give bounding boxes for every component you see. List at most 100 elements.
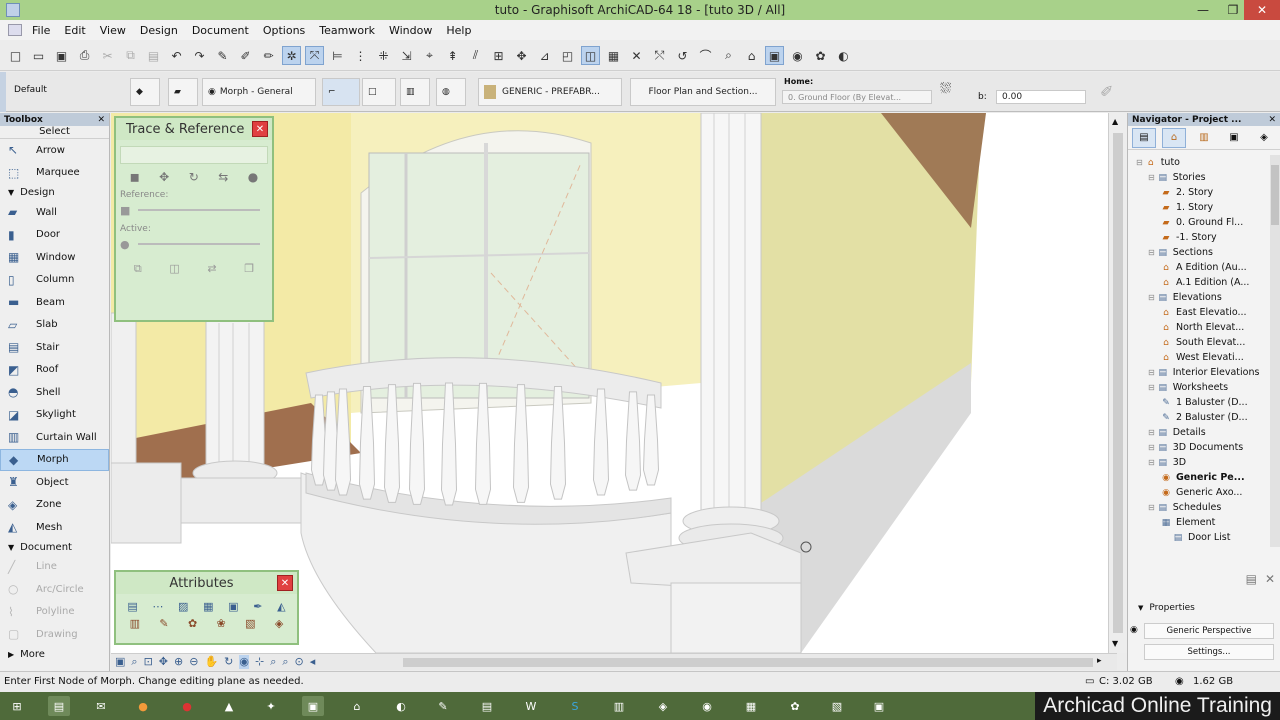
horizontal-scroll-thumb[interactable]	[403, 658, 1093, 667]
menu-document[interactable]: Document	[192, 24, 249, 37]
app-icon[interactable]: ✿	[784, 696, 806, 716]
sphere-mode-icon[interactable]: ◍	[436, 78, 466, 106]
geometry-icon[interactable]: ▰	[168, 78, 198, 106]
tree-item[interactable]: ⊟ ▤ Stories	[1148, 170, 1206, 185]
tree-item[interactable]: ⊟ ▤ Elevations	[1148, 290, 1222, 305]
navigator-scroll-thumb[interactable]	[1271, 165, 1279, 225]
offset-input[interactable]: 0.00	[996, 90, 1086, 104]
redo-icon[interactable]: ↷	[190, 46, 209, 65]
layout-icon[interactable]: ▣	[765, 46, 784, 65]
view-map-icon[interactable]: ⌂	[1162, 127, 1186, 148]
align-icon[interactable]: ⊨	[328, 46, 347, 65]
tool-morph[interactable]: ◆ Morph	[0, 448, 109, 471]
magic-wand-icon[interactable]: ✲	[282, 46, 301, 65]
tool-arrow[interactable]: ↖ Arrow	[0, 139, 109, 162]
mep-icon[interactable]: ✿	[188, 617, 197, 630]
print-icon[interactable]: ⎙	[75, 46, 94, 65]
tree-item[interactable]: ⌂ East Elevatio...	[1160, 305, 1246, 320]
close-icon[interactable]: ✕	[97, 115, 105, 125]
archicad-taskbar-icon[interactable]: ▣	[302, 696, 324, 716]
rotate-reference-icon[interactable]: ↻	[189, 170, 199, 184]
swap-icon[interactable]: ⇄	[207, 262, 216, 276]
app-icon[interactable]: ✎	[432, 696, 454, 716]
tool-arc-circle[interactable]: ○ Arc/Circle	[0, 578, 109, 601]
tool-wall[interactable]: ▰ Wall	[0, 201, 109, 224]
overlay-icon[interactable]: ◫	[169, 262, 179, 276]
move-reference-icon[interactable]: ✥	[159, 170, 169, 184]
solid-icon[interactable]: ◰	[558, 46, 577, 65]
trace-toggle-icon[interactable]: ◼	[130, 170, 140, 184]
cut-icon[interactable]: ✂	[98, 46, 117, 65]
zoom-menu-icon[interactable]: ⊙	[295, 655, 304, 669]
tree-item[interactable]: ▰ 1. Story	[1160, 200, 1214, 215]
show-original-icon[interactable]: ●	[248, 170, 258, 184]
close-icon[interactable]: ✕	[252, 121, 268, 137]
tool-stair[interactable]: ▤ Stair	[0, 336, 109, 359]
trace-source-select[interactable]	[120, 146, 268, 164]
project-map-icon[interactable]: ▤	[1132, 127, 1156, 148]
polygon-mode-icon[interactable]: ⌐	[322, 78, 360, 106]
attribute-manager-icon[interactable]: ▧	[245, 617, 255, 630]
scroll-right-icon[interactable]: ▸	[1097, 656, 1102, 666]
zone-categories-icon[interactable]: ▥	[130, 617, 140, 630]
minimize-button[interactable]: —	[1188, 0, 1218, 20]
fit-in-window-icon[interactable]: ⊡	[144, 655, 153, 669]
undo-icon[interactable]: ↶	[167, 46, 186, 65]
snap-icon[interactable]: ⤧	[305, 46, 324, 65]
tree-item[interactable]: ▤ Door List	[1172, 530, 1231, 545]
app-icon[interactable]: ⌂	[346, 696, 368, 716]
rectangle-mode-icon[interactable]: □	[362, 78, 396, 106]
floor-plan-button[interactable]: Floor Plan and Section...	[630, 78, 776, 106]
tool-zone[interactable]: ◈ Zone	[0, 494, 109, 517]
mirror-reference-icon[interactable]: ⇆	[218, 170, 228, 184]
tree-item[interactable]: ▰ 2. Story	[1160, 185, 1214, 200]
collapse-icon[interactable]: ⊟	[1148, 443, 1155, 452]
delete-icon[interactable]: ✕	[1265, 572, 1275, 586]
collapse-icon[interactable]: ⊟	[1148, 458, 1155, 467]
vertical-scroll-thumb[interactable]	[1113, 133, 1123, 633]
tool-column[interactable]: ▯ Column	[0, 269, 109, 292]
tree-item[interactable]: ◉ Generic Pe...	[1160, 470, 1245, 485]
skype-icon[interactable]: S	[564, 696, 586, 716]
close-icon[interactable]: ✕	[1268, 115, 1276, 125]
tree-item[interactable]: ⌂ North Elevat...	[1160, 320, 1244, 335]
grid-icon[interactable]: ⁜	[374, 46, 393, 65]
word-icon[interactable]: W	[520, 696, 542, 716]
bimx-icon[interactable]: ◐	[834, 46, 853, 65]
tree-item[interactable]: ⌂ South Elevat...	[1160, 335, 1245, 350]
markup-icon[interactable]: ✎	[159, 617, 168, 630]
tree-item[interactable]: ▦ Element	[1160, 515, 1216, 530]
render-icon[interactable]: ⌂	[742, 46, 761, 65]
app-icon[interactable]: ▣	[868, 696, 890, 716]
scroll-left-icon[interactable]: ◂	[310, 655, 316, 669]
tool-mesh[interactable]: ◭ Mesh	[0, 516, 109, 539]
material-selector[interactable]: GENERIC - PREFABR...	[478, 78, 622, 106]
morph-tool-icon[interactable]: ◆	[130, 78, 160, 106]
new-icon[interactable]: □	[6, 46, 25, 65]
duplicate-icon[interactable]: ❐	[244, 262, 254, 276]
walk-icon[interactable]: ⌒	[696, 46, 715, 65]
3d-window-icon[interactable]: ◫	[581, 46, 600, 65]
reference-slider[interactable]: ■	[120, 202, 268, 218]
tree-item[interactable]: ◉ Generic Axo...	[1160, 485, 1242, 500]
tool-window[interactable]: ▦ Window	[0, 246, 109, 269]
settings-button[interactable]: Settings...	[1144, 644, 1274, 660]
pencil-icon[interactable]: ✏	[259, 46, 278, 65]
tool-polyline[interactable]: ⌇ Polyline	[0, 601, 109, 624]
favorites-icon[interactable]: ❀	[217, 617, 226, 630]
zoom-area-icon[interactable]: ⌕	[131, 655, 137, 669]
menu-edit[interactable]: Edit	[64, 24, 85, 37]
app-icon[interactable]: ▤	[476, 696, 498, 716]
tool-roof[interactable]: ◩ Roof	[0, 359, 109, 382]
materials-icon[interactable]: ◭	[277, 600, 285, 613]
app-icon[interactable]: ◉	[696, 696, 718, 716]
tree-item[interactable]: ✎ 2 Baluster (D...	[1160, 410, 1247, 425]
menu-help[interactable]: Help	[446, 24, 471, 37]
group-icon[interactable]: ⊞	[489, 46, 508, 65]
teamwork-icon[interactable]: ✿	[811, 46, 830, 65]
tree-item[interactable]: ⊟ ▤ Sections	[1148, 245, 1213, 260]
save-icon[interactable]: ▣	[52, 46, 71, 65]
menu-design[interactable]: Design	[140, 24, 178, 37]
tool-marquee[interactable]: ⬚ Marquee	[0, 162, 109, 185]
collapse-icon[interactable]: ⊟	[1148, 293, 1155, 302]
